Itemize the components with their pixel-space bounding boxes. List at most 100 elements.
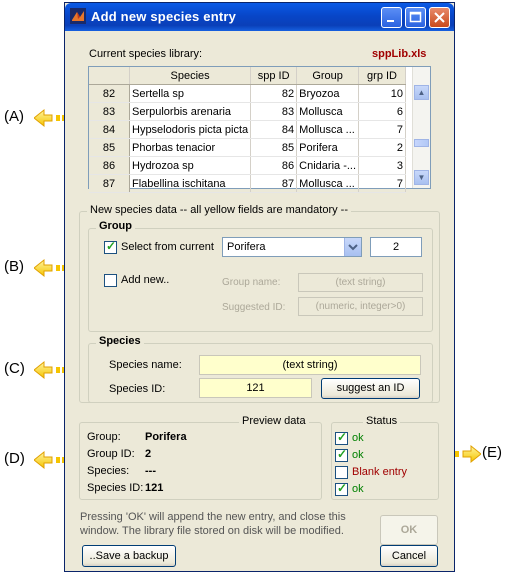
preview-species-id-label: Species ID: xyxy=(87,482,144,494)
library-file-name: sppLib.xls xyxy=(372,48,427,60)
table-row[interactable]: 87 Flabellina ischitana 87 Mollusca ... 7 xyxy=(89,174,407,193)
cell-grp-id[interactable]: 6 xyxy=(358,102,407,121)
cell-grp-id[interactable]: 3 xyxy=(358,156,407,175)
status-panel-title: Status xyxy=(363,415,401,427)
scroll-thumb[interactable] xyxy=(414,139,429,147)
cell-species[interactable]: Serpulorbis arenaria xyxy=(129,102,252,121)
new-species-panel-title: New species data -- all yellow fields ar… xyxy=(87,204,351,216)
group-id-field[interactable]: 2 xyxy=(370,237,422,257)
footer-message: Pressing 'OK' will append the new entry,… xyxy=(80,511,346,537)
cell-spp-id[interactable]: 87 xyxy=(250,174,298,193)
cell-group[interactable]: Porifera xyxy=(296,138,360,157)
row-number[interactable]: 86 xyxy=(89,156,130,175)
status-checkbox[interactable] xyxy=(335,466,348,479)
status-item: Blank entry xyxy=(335,465,435,482)
callout-a: (A) xyxy=(4,108,24,125)
cell-group[interactable]: Cnidaria -... xyxy=(296,156,360,175)
cell-spp-id[interactable]: 85 xyxy=(250,138,298,157)
table-row[interactable]: 83 Serpulorbis arenaria 83 Mollusca 6 xyxy=(89,102,407,121)
minimize-icon xyxy=(387,20,394,22)
species-name-input[interactable]: (text string) xyxy=(199,355,421,375)
status-text: ok xyxy=(352,432,364,444)
maximize-icon xyxy=(409,11,422,23)
column-header-group[interactable]: Group xyxy=(296,67,360,85)
group-select-dropdown[interactable]: Porifera xyxy=(222,237,362,257)
status-item: ✓ ok xyxy=(335,481,435,499)
window-title: Add new species entry xyxy=(91,9,237,24)
dialog-window: Add new species entry Current species li… xyxy=(64,2,455,572)
select-from-current-label[interactable]: Select from current xyxy=(121,241,214,253)
cell-grp-id[interactable]: 7 xyxy=(358,120,407,139)
status-text: Blank entry xyxy=(352,466,408,478)
cell-grp-id[interactable]: 7 xyxy=(358,174,407,193)
status-item: ✓ ok xyxy=(335,447,435,465)
table-row[interactable]: 86 Hydrozoa sp 86 Cnidaria -... 3 xyxy=(89,156,407,175)
cell-spp-id[interactable]: 86 xyxy=(250,156,298,175)
cell-species[interactable]: Phorbas tenacior xyxy=(129,138,252,157)
column-header-spp-id[interactable]: spp ID xyxy=(250,67,298,85)
species-id-input[interactable]: 121 xyxy=(199,378,312,398)
table-row[interactable]: 85 Phorbas tenacior 85 Porifera 2 xyxy=(89,138,407,157)
add-new-group-label[interactable]: Add new.. xyxy=(121,274,169,286)
cell-group[interactable]: Mollusca ... xyxy=(296,174,360,193)
cell-spp-id[interactable]: 83 xyxy=(250,102,298,121)
callout-c: (C) xyxy=(4,360,25,377)
status-checkbox[interactable]: ✓ xyxy=(335,447,348,462)
cell-species[interactable]: Sertella sp xyxy=(129,84,252,103)
cell-spp-id[interactable]: 82 xyxy=(250,84,298,103)
cell-species[interactable]: Hypselodoris picta picta xyxy=(129,120,252,139)
scroll-down-icon[interactable]: ▼ xyxy=(414,170,429,185)
scroll-up-icon[interactable]: ▲ xyxy=(414,85,429,100)
title-bar[interactable]: Add new species entry xyxy=(65,3,454,31)
cell-group[interactable]: Bryozoa xyxy=(296,84,360,103)
column-header-grp-id[interactable]: grp ID xyxy=(358,67,407,85)
table-corner xyxy=(89,67,130,85)
close-button[interactable] xyxy=(429,7,450,28)
save-backup-button[interactable]: ..Save a backup xyxy=(82,545,176,567)
preview-species-id-value: 121 xyxy=(145,482,164,494)
ok-button[interactable]: OK xyxy=(380,515,438,545)
checkmark-icon: ✓ xyxy=(337,481,348,495)
status-checkbox[interactable]: ✓ xyxy=(335,430,348,445)
suggest-id-button[interactable]: suggest an ID xyxy=(321,378,420,399)
preview-group-value: Porifera xyxy=(145,431,187,443)
row-number[interactable]: 87 xyxy=(89,174,130,193)
cell-species[interactable]: Flabellina ischitana xyxy=(129,174,252,193)
status-list: ✓ ok ✓ ok Blank entry ✓ ok xyxy=(335,430,435,499)
status-checkbox[interactable]: ✓ xyxy=(335,481,348,496)
preview-species-label: Species: xyxy=(87,465,130,477)
table-scrollbar[interactable]: ▲ ▼ xyxy=(412,67,430,188)
cell-group[interactable]: Mollusca xyxy=(296,102,360,121)
cell-grp-id[interactable]: 10 xyxy=(358,84,407,103)
group-select-value: Porifera xyxy=(227,241,266,253)
table-row[interactable]: 82 Sertella sp 82 Bryozoa 10 xyxy=(89,84,407,103)
row-number[interactable]: 84 xyxy=(89,120,130,139)
chevron-down-icon xyxy=(348,244,358,251)
status-text: ok xyxy=(352,449,364,461)
row-number[interactable]: 85 xyxy=(89,138,130,157)
preview-group-id-value: 2 xyxy=(145,448,152,460)
checkmark-icon: ✓ xyxy=(337,430,348,444)
table-row[interactable]: 84 Hypselodoris picta picta 84 Mollusca ...… xyxy=(89,120,407,139)
row-number[interactable]: 82 xyxy=(89,84,130,103)
select-from-current-checkbox[interactable]: ✓ xyxy=(104,239,117,254)
group-name-label: Group name: xyxy=(222,277,281,288)
dropdown-arrow-button[interactable] xyxy=(344,238,361,256)
add-new-group-checkbox[interactable] xyxy=(104,274,117,287)
column-header-species[interactable]: Species xyxy=(129,67,252,85)
cell-grp-id[interactable]: 2 xyxy=(358,138,407,157)
minimize-button[interactable] xyxy=(381,7,402,28)
row-number[interactable]: 83 xyxy=(89,102,130,121)
cancel-button[interactable]: Cancel xyxy=(380,545,438,567)
preview-group-id-label: Group ID: xyxy=(87,448,135,460)
preview-species-value: --- xyxy=(145,465,156,477)
checkmark-icon: ✓ xyxy=(106,239,117,253)
preview-panel-title: Preview data xyxy=(239,415,309,427)
cell-group[interactable]: Mollusca ... xyxy=(296,120,360,139)
maximize-button[interactable] xyxy=(405,7,426,28)
suggested-id-input[interactable]: (numeric, integer>0) xyxy=(298,297,423,316)
group-name-input[interactable]: (text string) xyxy=(298,273,423,292)
cell-spp-id[interactable]: 84 xyxy=(250,120,298,139)
species-library-table[interactable]: Species spp ID Group grp ID 82 Sertella s… xyxy=(88,66,431,193)
cell-species[interactable]: Hydrozoa sp xyxy=(129,156,252,175)
